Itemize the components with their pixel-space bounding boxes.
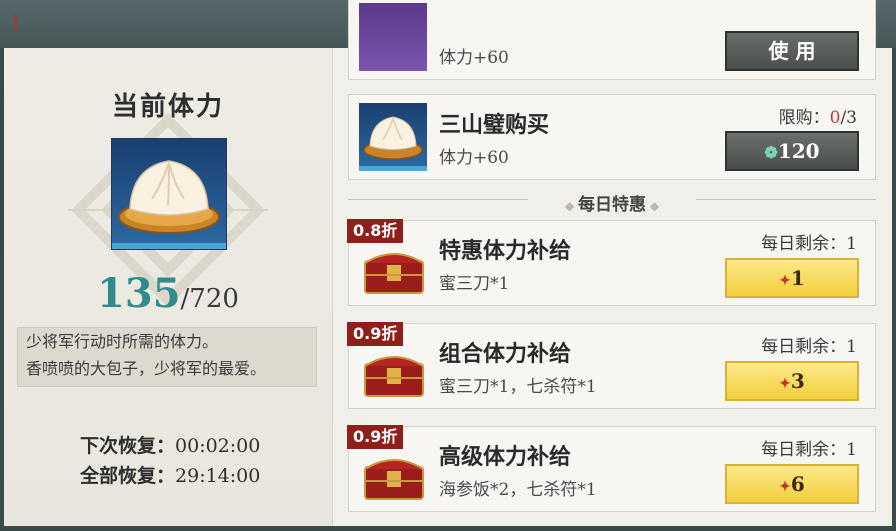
stamina-max: /720 (180, 284, 239, 314)
stamina-recovery-window: 体力恢复 ✕ 当前体力 135/720 少将军行动时所需的体力。 (0, 0, 896, 531)
desc-line: 香喷喷的大包子，少将军的最爱。 (26, 359, 267, 378)
buy-offer-button[interactable]: ✦3 (725, 361, 859, 401)
offer-name: 特惠体力补给 (439, 238, 572, 264)
stamina-current: 135 (97, 270, 181, 317)
item-card-partial: 体力+60 使 用 (348, 0, 876, 80)
offer-name: 组合体力补给 (439, 341, 572, 367)
daily-deals-divider: ◆ 每日特惠 ◆ (348, 188, 876, 215)
offer-price: 3 (790, 369, 805, 393)
discount-badge: 0.9折 (347, 425, 404, 449)
offer-card: 0.8折 特惠体力补给 蜜三刀*1 每日剩余：1 ✦1 (347, 219, 876, 306)
divider-label: 每日特惠 (578, 195, 646, 215)
limit-label: 限购： (778, 108, 830, 128)
stamina-count: 135/720 (4, 270, 332, 317)
offer-name: 高级体力补给 (439, 444, 572, 470)
item-effect: 体力+60 (439, 148, 509, 168)
desc-line: 少将军行动时所需的体力。 (26, 332, 219, 351)
feather-currency-icon: ✦ (779, 273, 791, 289)
buy-offer-button[interactable]: ✦1 (725, 258, 859, 298)
purchase-limit: 限购：0/3 (779, 103, 857, 128)
limit-used: 0 (829, 108, 841, 128)
treasure-chest-icon (364, 253, 424, 294)
item-name: 三山璧购买 (439, 112, 550, 138)
use-button[interactable]: 使 用 (725, 31, 859, 71)
food-icon (359, 3, 427, 71)
feather-currency-icon: ✦ (779, 376, 791, 392)
offer-contents: 蜜三刀*1，七杀符*1 (439, 377, 597, 397)
offer-price: 1 (790, 266, 805, 290)
offer-card: 0.9折 组合体力补给 蜜三刀*1，七杀符*1 每日剩余：1 ✦3 (347, 322, 876, 409)
stamina-description[interactable]: 少将军行动时所需的体力。 香喷喷的大包子，少将军的最爱。 (17, 327, 317, 387)
daily-remaining: 每日剩余：1 (761, 337, 857, 357)
discount-badge: 0.9折 (347, 322, 404, 346)
full-recovery: 全部恢复：29:14:00 (80, 461, 260, 488)
item-card-shop: 三山璧购买 体力+60 限购：0/3 ❁120 (348, 94, 876, 180)
feather-currency-icon: ✦ (779, 479, 791, 495)
daily-remaining: 每日剩余：1 (761, 440, 857, 460)
price: 120 (777, 139, 820, 163)
offer-contents: 蜜三刀*1 (439, 274, 510, 294)
next-recovery-time: 00:02:00 (175, 435, 261, 457)
treasure-chest-icon (364, 459, 424, 500)
buy-with-jade-button[interactable]: ❁120 (725, 131, 859, 171)
diamond-icon: ◆ (564, 199, 578, 213)
diamond-icon: ◆ (646, 199, 660, 213)
offer-contents: 海参饭*2，七杀符*1 (439, 480, 597, 500)
full-recovery-time: 29:14:00 (175, 465, 261, 487)
next-recovery-label: 下次恢复： (80, 435, 176, 457)
steamed-bun-icon (111, 138, 227, 250)
full-recovery-label: 全部恢复： (80, 465, 176, 487)
jade-currency-icon: ❁ (764, 143, 778, 162)
item-effect: 体力+60 (439, 48, 509, 68)
steamed-bun-icon (359, 103, 427, 171)
next-recovery: 下次恢复：00:02:00 (80, 431, 260, 458)
recovery-options-list[interactable]: 体力+60 使 用 三山璧购买 体力+60 限购：0/3 ❁120 ◆ 每日特惠… (333, 0, 892, 526)
offer-card: 0.9折 高级体力补给 海参饭*2，七杀符*1 每日剩余：1 ✦6 (347, 425, 876, 512)
limit-total: /3 (840, 108, 857, 128)
daily-remaining: 每日剩余：1 (761, 234, 857, 254)
offer-price: 6 (790, 472, 805, 496)
stamina-status-panel: 当前体力 135/720 少将军行动时所需的体力。 香喷喷的大包子，少将军的最爱… (4, 48, 333, 526)
discount-badge: 0.8折 (347, 219, 404, 243)
treasure-chest-icon (364, 356, 424, 397)
buy-offer-button[interactable]: ✦6 (725, 464, 859, 504)
